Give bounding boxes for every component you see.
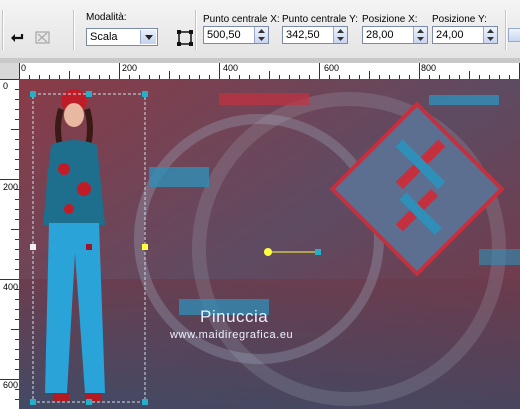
separator <box>73 10 75 50</box>
ruler-tick-label: 0 <box>3 81 9 91</box>
center-x-spinner[interactable] <box>254 27 268 43</box>
ruler-tick-label: 600 <box>324 63 340 73</box>
vertical-ruler: 0 200 400 600 <box>0 79 20 409</box>
blue-bar <box>479 249 520 265</box>
spin-up-icon[interactable] <box>255 27 268 35</box>
center-icon[interactable] <box>174 27 196 49</box>
position-x-label: Posizione X: <box>362 14 418 25</box>
center-y-value: 342,50 <box>286 29 320 41</box>
more-options-button[interactable] <box>508 28 520 42</box>
tool-options-bar: Modalità: Scala Punto centrale X: 500,50… <box>0 0 520 59</box>
deform-icon[interactable] <box>32 27 54 49</box>
red-bar <box>219 93 309 105</box>
spin-up-icon[interactable] <box>484 27 497 35</box>
ruler-ticks <box>0 79 19 400</box>
spin-down-icon[interactable] <box>484 35 497 43</box>
blue-bar <box>429 95 499 105</box>
toolbar-grip <box>2 10 4 50</box>
artwork <box>19 79 520 409</box>
horizontal-ruler: 0 200 400 600 800 <box>19 63 520 80</box>
center-y-spinner[interactable] <box>333 27 347 43</box>
ruler-tick-label: 200 <box>3 182 19 192</box>
spin-down-icon[interactable] <box>255 35 268 43</box>
chevron-down-icon[interactable] <box>140 30 156 44</box>
position-y-label: Posizione Y: <box>432 14 487 25</box>
position-y-spinner[interactable] <box>483 27 497 43</box>
center-x-field[interactable]: 500,50 <box>203 26 269 44</box>
center-x-label: Punto centrale X: <box>203 14 280 25</box>
position-x-value: 28,00 <box>366 29 394 41</box>
ruler-tick-label: 400 <box>3 282 19 292</box>
spin-down-icon[interactable] <box>414 35 427 43</box>
center-y-field[interactable]: 342,50 <box>282 26 348 44</box>
reset-arrow-icon[interactable] <box>6 27 28 49</box>
mode-select[interactable]: Scala <box>86 28 158 46</box>
watermark-title: Pinuccia <box>200 307 269 326</box>
spin-up-icon[interactable] <box>414 27 427 35</box>
position-y-field[interactable]: 24,00 <box>432 26 498 44</box>
ruler-tick-label: 600 <box>3 380 19 390</box>
position-x-spinner[interactable] <box>413 27 427 43</box>
ruler-tick-label: 800 <box>421 63 437 73</box>
watermark-url: www.maidiregrafica.eu <box>170 329 294 341</box>
image-canvas[interactable]: Pinuccia www.maidiregrafica.eu <box>19 79 520 409</box>
ruler-tick-label: 400 <box>223 63 239 73</box>
ruler-corner <box>0 63 20 80</box>
center-x-value: 500,50 <box>207 29 241 41</box>
spin-up-icon[interactable] <box>334 27 347 35</box>
position-y-value: 24,00 <box>436 29 464 41</box>
center-y-label: Punto centrale Y: <box>282 14 358 25</box>
position-x-field[interactable]: 28,00 <box>362 26 428 44</box>
ruler-ticks <box>19 63 520 79</box>
mode-value: Scala <box>90 31 118 43</box>
spin-down-icon[interactable] <box>334 35 347 43</box>
blue-bar <box>149 167 209 187</box>
separator <box>195 10 197 50</box>
ruler-tick-label: 200 <box>122 63 138 73</box>
separator <box>505 10 507 50</box>
ruler-tick-label: 0 <box>21 63 27 73</box>
mode-label: Modalità: <box>86 12 127 23</box>
